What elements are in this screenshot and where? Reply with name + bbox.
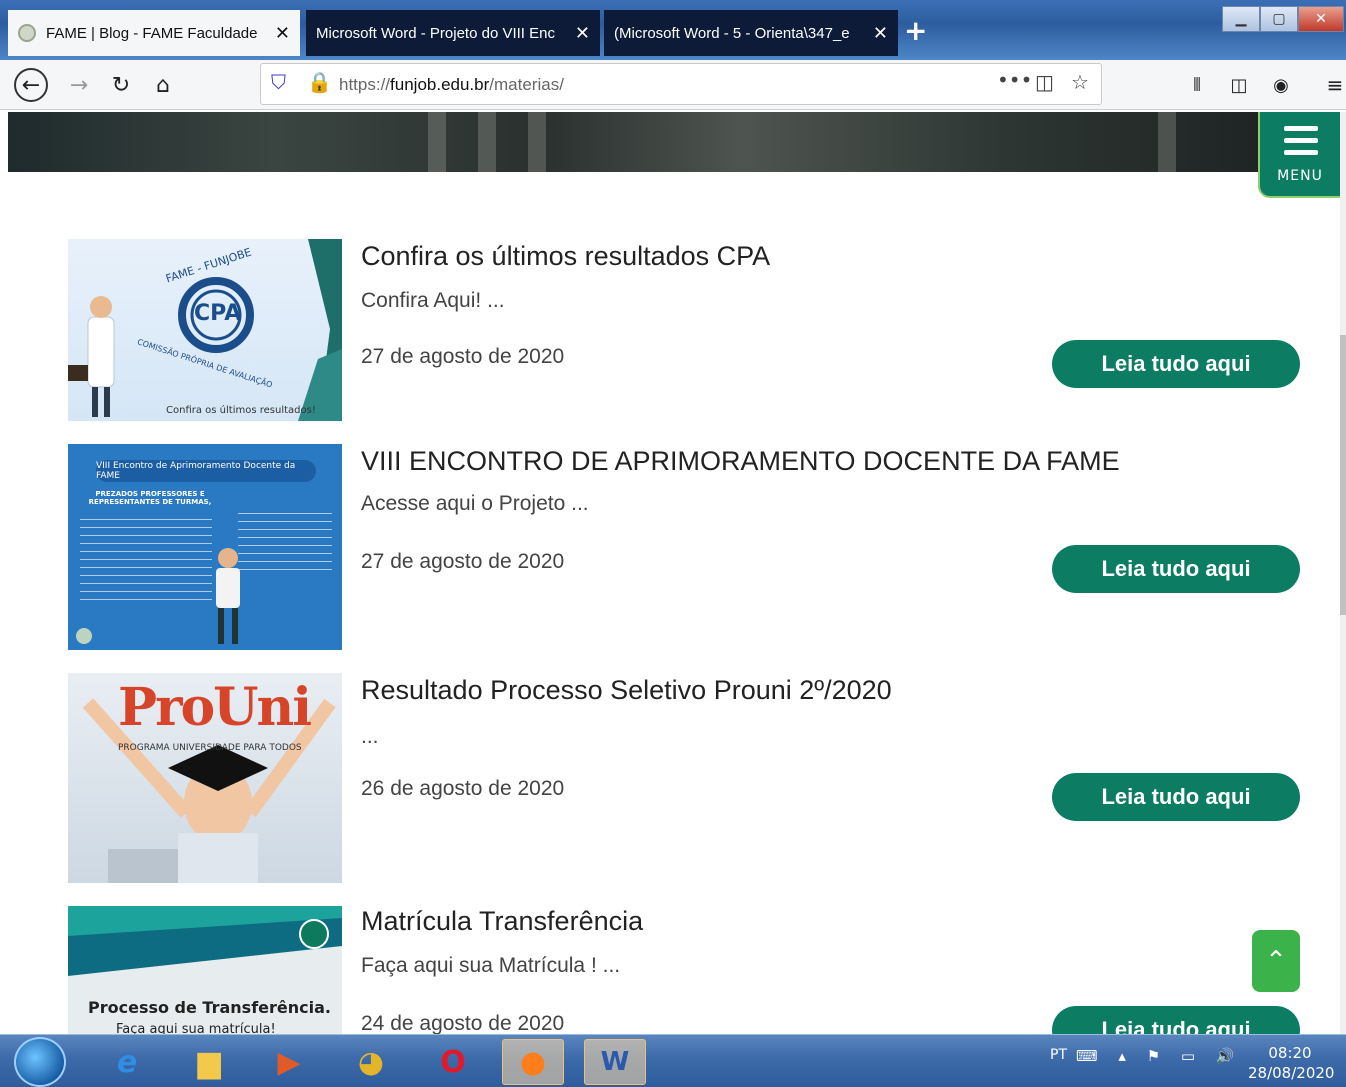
system-tray-icons[interactable]: ⌨ ▴ ⚑ ▭ 🔊 — [1076, 1047, 1243, 1065]
reload-button[interactable]: ↻ — [104, 68, 138, 102]
post-thumbnail[interactable]: ProUni PROGRAMA UNIVERSIDADE PARA TODOS — [68, 673, 342, 883]
close-tab-icon[interactable]: ✕ — [575, 23, 590, 44]
minimize-button[interactable]: ▁ — [1222, 6, 1260, 32]
thumb-heading: PREZADOS PROFESSORES E REPRESENTANTES DE… — [88, 490, 212, 506]
back-button[interactable]: ← — [14, 68, 48, 102]
browser-nav-bar: ← → ↻ ⌂ ⛉ 🔒 https://funjob.edu.br/materi… — [0, 60, 1346, 110]
internet-explorer-icon[interactable]: e — [96, 1039, 158, 1085]
post-date: 24 de agosto de 2020 — [361, 1012, 565, 1034]
post-thumbnail[interactable]: VIII Encontro de Aprimoramento Docente d… — [68, 444, 342, 650]
shield-icon[interactable]: ⛉ — [271, 70, 286, 94]
post-thumbnail[interactable]: CPA FAME - FUNJOBE COMISSÃO PRÓPRIA DE A… — [68, 239, 342, 421]
firefox-icon[interactable]: ● — [502, 1039, 564, 1085]
back-to-top-button[interactable]: ⌃ — [1252, 930, 1300, 992]
language-indicator[interactable]: PT — [1050, 1047, 1067, 1063]
clock-date: 28/08/2020 — [1248, 1064, 1335, 1082]
hamburger-menu-icon[interactable]: ≡ — [1318, 68, 1346, 102]
menu-label: MENU — [1277, 168, 1323, 184]
tab-label: Microsoft Word - Projeto do VIII Enc — [316, 24, 555, 42]
system-clock[interactable]: 08:20 28/08/2020 — [1248, 1043, 1335, 1083]
cpa-logo-text: CPA — [194, 301, 242, 326]
thumb-body-text-block — [80, 516, 212, 600]
url-text: https://funjob.edu.br/materias/ — [339, 75, 564, 95]
read-more-button[interactable]: Leia tudo aqui — [1052, 773, 1300, 821]
file-explorer-icon[interactable]: ▆ — [178, 1039, 240, 1085]
post-date: 27 de agosto de 2020 — [361, 345, 565, 368]
post-title[interactable]: VIII ENCONTRO DE APRIMORAMENTO DOCENTE D… — [361, 446, 1120, 477]
thumb-side-text-block — [238, 510, 332, 574]
library-icon[interactable]: ⫴ — [1180, 68, 1214, 102]
fame-seal-icon — [76, 628, 92, 644]
thumb-caption: Confira os últimos resultados! — [166, 405, 316, 416]
address-bar[interactable]: ⛉ 🔒 https://funjob.edu.br/materias/ ••• … — [260, 63, 1102, 105]
thumb-banner: VIII Encontro de Aprimoramento Docente d… — [96, 460, 316, 482]
post-excerpt: Confira Aqui! ... — [361, 289, 505, 312]
prouni-subtitle: PROGRAMA UNIVERSIDADE PARA TODOS — [118, 743, 302, 753]
read-more-button[interactable]: Leia tudo aqui — [1052, 1006, 1300, 1034]
maximize-button[interactable]: ▢ — [1260, 6, 1298, 32]
post-item: CPA FAME - FUNJOBE COMISSÃO PRÓPRIA DE A… — [68, 239, 1308, 421]
url-prefix: https:// — [339, 75, 391, 94]
word-icon[interactable]: W — [584, 1039, 646, 1085]
start-button[interactable] — [14, 1037, 66, 1087]
menu-icon — [1284, 126, 1318, 162]
url-path: /materias/ — [489, 75, 564, 94]
post-date: 27 de agosto de 2020 — [361, 550, 565, 573]
post-date: 26 de agosto de 2020 — [361, 777, 565, 800]
home-button[interactable]: ⌂ — [146, 68, 180, 102]
site-favicon-icon — [18, 24, 36, 42]
thumb-subtitle: Faça aqui sua matrícula! — [116, 1022, 276, 1034]
lock-icon[interactable]: 🔒 — [307, 70, 332, 94]
post-item: ProUni PROGRAMA UNIVERSIDADE PARA TODOS … — [68, 673, 1308, 883]
read-more-button[interactable]: Leia tudo aqui — [1052, 340, 1300, 388]
chevron-up-icon: ⌃ — [1265, 946, 1287, 976]
prouni-logo: ProUni — [118, 677, 312, 738]
read-more-button[interactable]: Leia tudo aqui — [1052, 545, 1300, 593]
post-title[interactable]: Resultado Processo Seletivo Prouni 2º/20… — [361, 675, 892, 706]
opera-icon[interactable]: O — [422, 1039, 484, 1085]
url-domain: funjob.edu.br — [390, 75, 490, 94]
thumb-title: Processo de Transferência. — [88, 998, 331, 1017]
forward-button[interactable]: → — [62, 68, 96, 102]
browser-tab-bar: FAME | Blog - FAME Faculdade ✕ Microsoft… — [0, 0, 1346, 60]
close-window-button[interactable]: ✕ — [1298, 6, 1344, 32]
tab-label: FAME | Blog - FAME Faculdade — [46, 24, 258, 42]
post-excerpt: Acesse aqui o Projeto ... — [361, 492, 589, 515]
teacher-illustration — [216, 548, 240, 644]
new-tab-button[interactable]: + — [904, 14, 927, 47]
post-thumbnail[interactable]: Processo de Transferência. Faça aqui sua… — [68, 906, 342, 1034]
pocket-icon[interactable]: ◫ — [1035, 70, 1054, 94]
media-player-icon[interactable]: ▶ — [258, 1039, 320, 1085]
windows-taskbar: e ▆ ▶ ◕ O ● W PT ⌨ ▴ ⚑ ▭ 🔊 08:20 28/08/2… — [0, 1034, 1346, 1087]
tab-fame-blog[interactable]: FAME | Blog - FAME Faculdade ✕ — [8, 10, 300, 56]
sidebar-icon[interactable]: ◫ — [1222, 68, 1256, 102]
window-controls: ▁ ▢ ✕ — [1222, 6, 1344, 32]
more-actions-icon[interactable]: ••• — [997, 68, 1032, 92]
site-menu-button[interactable]: MENU — [1258, 112, 1340, 198]
post-item: Processo de Transferência. Faça aqui sua… — [68, 906, 1308, 1034]
tab-label: (Microsoft Word - 5 - Orienta\347_e — [614, 24, 850, 42]
close-tab-icon[interactable]: ✕ — [275, 23, 290, 44]
post-title[interactable]: Confira os últimos resultados CPA — [361, 241, 770, 272]
clock-time: 08:20 — [1268, 1044, 1312, 1062]
tab-word-projeto[interactable]: Microsoft Word - Projeto do VIII Enc ✕ — [306, 10, 600, 56]
post-title[interactable]: Matrícula Transferência — [361, 906, 643, 937]
account-icon[interactable]: ◉ — [1264, 68, 1298, 102]
close-tab-icon[interactable]: ✕ — [873, 23, 888, 44]
hero-banner-image — [8, 112, 1340, 172]
post-item: VIII Encontro de Aprimoramento Docente d… — [68, 444, 1308, 650]
chrome-icon[interactable]: ◕ — [340, 1039, 402, 1085]
bookmark-star-icon[interactable]: ☆ — [1071, 70, 1089, 94]
post-excerpt: ... — [361, 725, 379, 748]
page-scrollbar-thumb[interactable] — [1340, 335, 1346, 615]
tab-word-orientacao[interactable]: (Microsoft Word - 5 - Orienta\347_e ✕ — [604, 10, 898, 56]
post-excerpt: Faça aqui sua Matrícula ! ... — [361, 954, 621, 977]
